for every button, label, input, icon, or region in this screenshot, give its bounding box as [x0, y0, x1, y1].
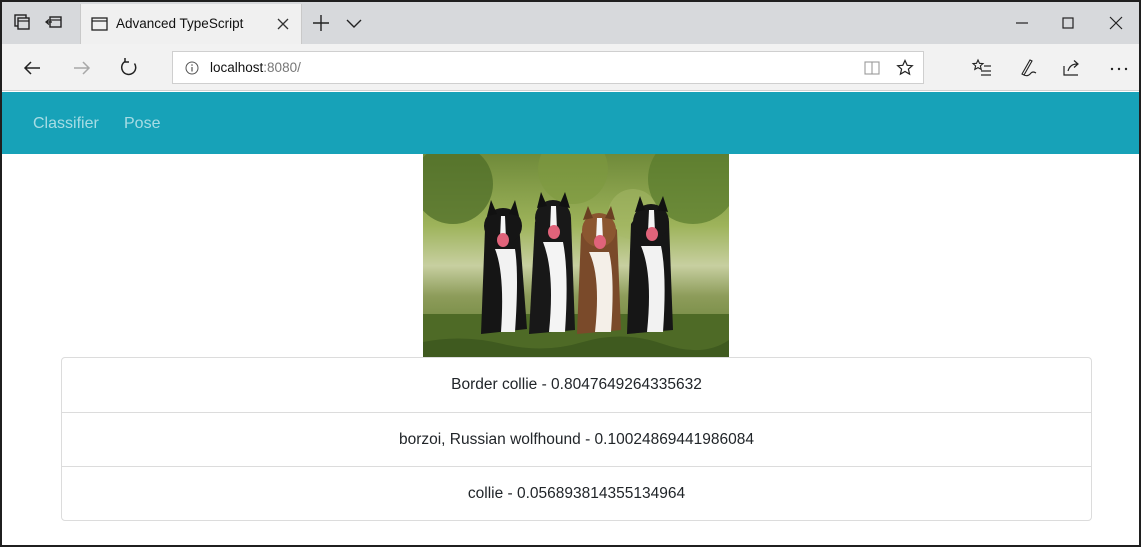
page-icon	[89, 14, 109, 34]
share-icon[interactable]	[1060, 56, 1084, 80]
url-text: localhost:8080/	[210, 60, 301, 75]
favorites-list-icon[interactable]	[970, 56, 994, 80]
nav-link-classifier[interactable]: Classifier	[33, 115, 99, 133]
url-field[interactable]: localhost:8080/	[172, 51, 924, 84]
new-tab-icon[interactable]	[310, 12, 332, 34]
result-item: collie - 0.056893814355134964	[467, 485, 686, 502]
tabs-aside-icon[interactable]	[12, 12, 32, 32]
more-icon[interactable]	[1107, 56, 1131, 80]
result-item: borzoi, Russian wolfhound - 0.1002486944…	[62, 413, 1091, 467]
pen-icon[interactable]	[1015, 56, 1039, 80]
classification-results-list: Border collie - 0.8047649264335632 borzo…	[61, 357, 1092, 521]
refresh-icon[interactable]	[117, 56, 141, 80]
tab-advanced-typescript[interactable]: Advanced TypeScript	[80, 4, 302, 44]
nav-link-pose[interactable]: Pose	[124, 115, 160, 133]
star-icon[interactable]	[895, 58, 915, 78]
address-bar: localhost:8080/	[2, 44, 1139, 91]
classified-dog-image	[423, 154, 729, 357]
back-arrow-icon[interactable]	[20, 56, 44, 80]
app-navbar: Classifier Pose	[2, 92, 1139, 154]
forward-arrow-icon[interactable]	[70, 56, 94, 80]
tab-title: Advanced TypeScript	[116, 16, 244, 31]
maximize-icon[interactable]	[1045, 2, 1091, 44]
close-tab-icon[interactable]	[273, 14, 293, 34]
restore-tabs-icon[interactable]	[44, 12, 64, 32]
info-icon[interactable]	[185, 61, 199, 75]
close-window-icon[interactable]	[1093, 2, 1139, 44]
url-port-path: :8080/	[263, 60, 301, 75]
tab-bar: Advanced TypeScript	[2, 2, 1139, 44]
browser-window: Advanced TypeScript localhost:8080/ Clas…	[0, 0, 1141, 547]
reading-view-icon[interactable]	[863, 59, 881, 77]
chevron-down-icon[interactable]	[343, 12, 365, 34]
url-host: localhost	[210, 60, 264, 75]
result-item: Border collie - 0.8047649264335632	[62, 358, 1091, 413]
minimize-icon[interactable]	[999, 2, 1045, 44]
